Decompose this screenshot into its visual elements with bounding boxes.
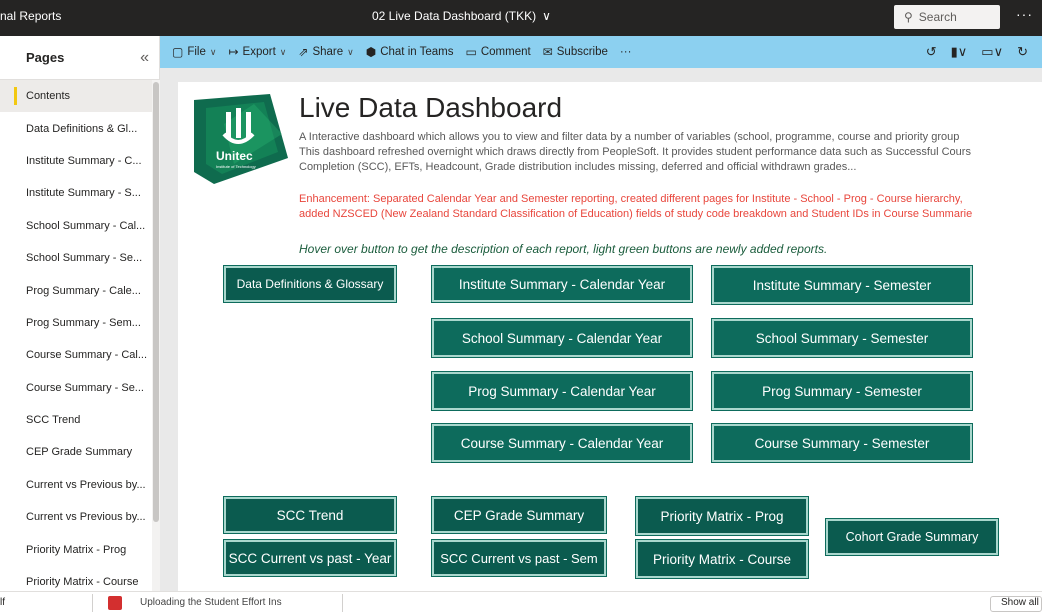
page-item[interactable]: Contents bbox=[0, 80, 152, 113]
show-all-button[interactable]: Show all bbox=[990, 596, 1042, 612]
download-item[interactable]: Uploading the Student Effort Ins bbox=[140, 597, 282, 608]
chat-in-teams-label: Chat in Teams bbox=[380, 46, 454, 58]
file-menu[interactable]: ▢ File ∨ bbox=[172, 45, 216, 59]
chevron-down-icon: ∨ bbox=[542, 9, 551, 23]
scc-trend-button[interactable]: SCC Trend bbox=[224, 497, 396, 533]
description: A Interactive dashboard which allows you… bbox=[299, 130, 1042, 175]
data-definitions-button[interactable]: Data Definitions & Glossary bbox=[224, 266, 396, 302]
chevron-down-icon: ∨ bbox=[347, 46, 354, 57]
school-summary-semester-button[interactable]: School Summary - Semester bbox=[712, 319, 972, 357]
scc-current-vs-past-year-button[interactable]: SCC Current vs past - Year bbox=[224, 540, 396, 576]
more-actions-label: ··· bbox=[619, 46, 632, 58]
page-item[interactable]: SCC Trend bbox=[0, 404, 152, 436]
pdf-icon bbox=[108, 596, 122, 610]
course-summary-semester-button[interactable]: Course Summary - Semester bbox=[712, 424, 972, 462]
cohort-grade-summary-button[interactable]: Cohort Grade Summary bbox=[826, 519, 998, 555]
divider bbox=[92, 594, 93, 612]
divider bbox=[342, 594, 343, 612]
search-placeholder: Search bbox=[918, 10, 957, 24]
pages-scrollbar-thumb[interactable] bbox=[153, 82, 159, 522]
ribbon-right-tools: ↺ ▮∨ ▭∨ ↻ bbox=[926, 36, 1028, 68]
prog-summary-calendar-button[interactable]: Prog Summary - Calendar Year bbox=[432, 372, 692, 410]
download-item[interactable]: lf bbox=[0, 597, 5, 608]
report-title-dropdown[interactable]: 02 Live Data Dashboard (TKK) ∨ bbox=[372, 9, 551, 23]
priority-matrix-prog-button[interactable]: Priority Matrix - Prog bbox=[636, 497, 808, 535]
action-ribbon: ▢ File ∨ ↦ Export ∨ ⇗ Share ∨ ⬢ Chat in … bbox=[160, 36, 1042, 68]
page-item[interactable]: Institute Summary - C... bbox=[0, 145, 152, 177]
comment-icon: ▭ bbox=[465, 45, 477, 59]
title-bar: nal Reports 02 Live Data Dashboard (TKK)… bbox=[0, 0, 1042, 36]
file-label: File bbox=[187, 46, 206, 58]
course-summary-calendar-button[interactable]: Course Summary - Calendar Year bbox=[432, 424, 692, 462]
page-item[interactable]: School Summary - Cal... bbox=[0, 210, 152, 242]
institute-summary-calendar-button[interactable]: Institute Summary - Calendar Year bbox=[432, 266, 692, 302]
teams-icon: ⬢ bbox=[365, 45, 377, 59]
hover-note: Hover over button to get the description… bbox=[299, 242, 828, 256]
page-item[interactable]: Institute Summary - S... bbox=[0, 177, 152, 209]
refresh-icon[interactable]: ↻ bbox=[1017, 44, 1028, 60]
description-line: A Interactive dashboard which allows you… bbox=[299, 131, 960, 143]
search-box[interactable]: ⚲ Search bbox=[894, 5, 1000, 29]
page-title: Live Data Dashboard bbox=[299, 92, 563, 123]
chat-in-teams-button[interactable]: ⬢ Chat in Teams bbox=[366, 45, 454, 59]
page-item[interactable]: Data Definitions & Gl... bbox=[0, 112, 152, 144]
search-icon: ⚲ bbox=[904, 10, 913, 24]
share-icon: ⇗ bbox=[298, 45, 309, 59]
download-bar: lf Uploading the Student Effort Ins Show… bbox=[0, 591, 1042, 614]
comment-button[interactable]: ▭ Comment bbox=[466, 45, 531, 59]
page-item[interactable]: Priority Matrix - Course bbox=[0, 566, 152, 591]
subscribe-button[interactable]: ✉ Subscribe bbox=[543, 45, 608, 59]
cep-grade-summary-button[interactable]: CEP Grade Summary bbox=[432, 497, 606, 533]
view-icon[interactable]: ▭∨ bbox=[981, 44, 1003, 60]
export-icon: ↦ bbox=[228, 45, 239, 59]
share-label: Share bbox=[312, 46, 344, 58]
page-item[interactable]: CEP Grade Summary bbox=[0, 436, 152, 468]
report-canvas: Unitec Institute of Technology Live Data… bbox=[160, 68, 1042, 591]
pages-pane: Pages « Contents Data Definitions & Gl...… bbox=[0, 36, 160, 591]
priority-matrix-course-button[interactable]: Priority Matrix - Course bbox=[636, 540, 808, 578]
chevron-down-icon: ∨ bbox=[209, 46, 217, 57]
subscribe-label: Subscribe bbox=[556, 46, 608, 58]
unitec-logo: Unitec Institute of Technology bbox=[194, 94, 288, 184]
collapse-pane-icon[interactable]: « bbox=[140, 49, 149, 67]
more-actions-button[interactable]: ··· bbox=[620, 46, 632, 58]
school-summary-calendar-button[interactable]: School Summary - Calendar Year bbox=[432, 319, 692, 357]
description-line: This dashboard refreshed overnight which… bbox=[299, 146, 971, 158]
logo-text: Unitec bbox=[216, 149, 253, 163]
app-name: nal Reports bbox=[0, 9, 62, 23]
prog-summary-semester-button[interactable]: Prog Summary - Semester bbox=[712, 372, 972, 410]
page-item[interactable]: Priority Matrix - Prog bbox=[0, 533, 152, 565]
export-menu[interactable]: ↦ Export ∨ bbox=[228, 45, 286, 59]
institute-summary-semester-button[interactable]: Institute Summary - Semester bbox=[712, 266, 972, 304]
chevron-down-icon: ∨ bbox=[279, 46, 287, 57]
file-icon: ▢ bbox=[172, 45, 184, 59]
page-item[interactable]: Current vs Previous by... bbox=[0, 501, 152, 533]
page-item[interactable]: Prog Summary - Cale... bbox=[0, 274, 152, 306]
bookmark-icon[interactable]: ▮∨ bbox=[951, 44, 968, 60]
page-list: Contents Data Definitions & Gl... Institut… bbox=[0, 80, 152, 591]
pages-title: Pages bbox=[26, 50, 65, 65]
comment-label: Comment bbox=[480, 46, 531, 58]
enhancement-line: added NZSCED (New Zealand Standard Class… bbox=[299, 208, 973, 220]
pages-header: Pages « bbox=[0, 36, 159, 80]
export-label: Export bbox=[242, 46, 276, 58]
page-item[interactable]: School Summary - Se... bbox=[0, 242, 152, 274]
more-options-icon[interactable]: ··· bbox=[1016, 6, 1033, 22]
enhancement-note: Enhancement: Separated Calendar Year and… bbox=[299, 192, 1042, 222]
description-line: Completion (SCC), EFTs, Headcount, Grade… bbox=[299, 161, 857, 173]
reset-icon[interactable]: ↺ bbox=[926, 44, 937, 60]
share-menu[interactable]: ⇗ Share ∨ bbox=[298, 45, 353, 59]
scc-current-vs-past-sem-button[interactable]: SCC Current vs past - Sem bbox=[432, 540, 606, 576]
page-item[interactable]: Course Summary - Se... bbox=[0, 372, 152, 404]
page-item[interactable]: Current vs Previous by... bbox=[0, 469, 152, 501]
report-page: Unitec Institute of Technology Live Data… bbox=[178, 82, 1042, 591]
logo-subtext: Institute of Technology bbox=[216, 164, 256, 169]
page-item[interactable]: Prog Summary - Sem... bbox=[0, 307, 152, 339]
page-item[interactable]: Course Summary - Cal... bbox=[0, 339, 152, 371]
enhancement-line: Enhancement: Separated Calendar Year and… bbox=[299, 193, 963, 205]
mail-icon: ✉ bbox=[542, 45, 553, 59]
report-title: 02 Live Data Dashboard (TKK) bbox=[372, 9, 537, 23]
